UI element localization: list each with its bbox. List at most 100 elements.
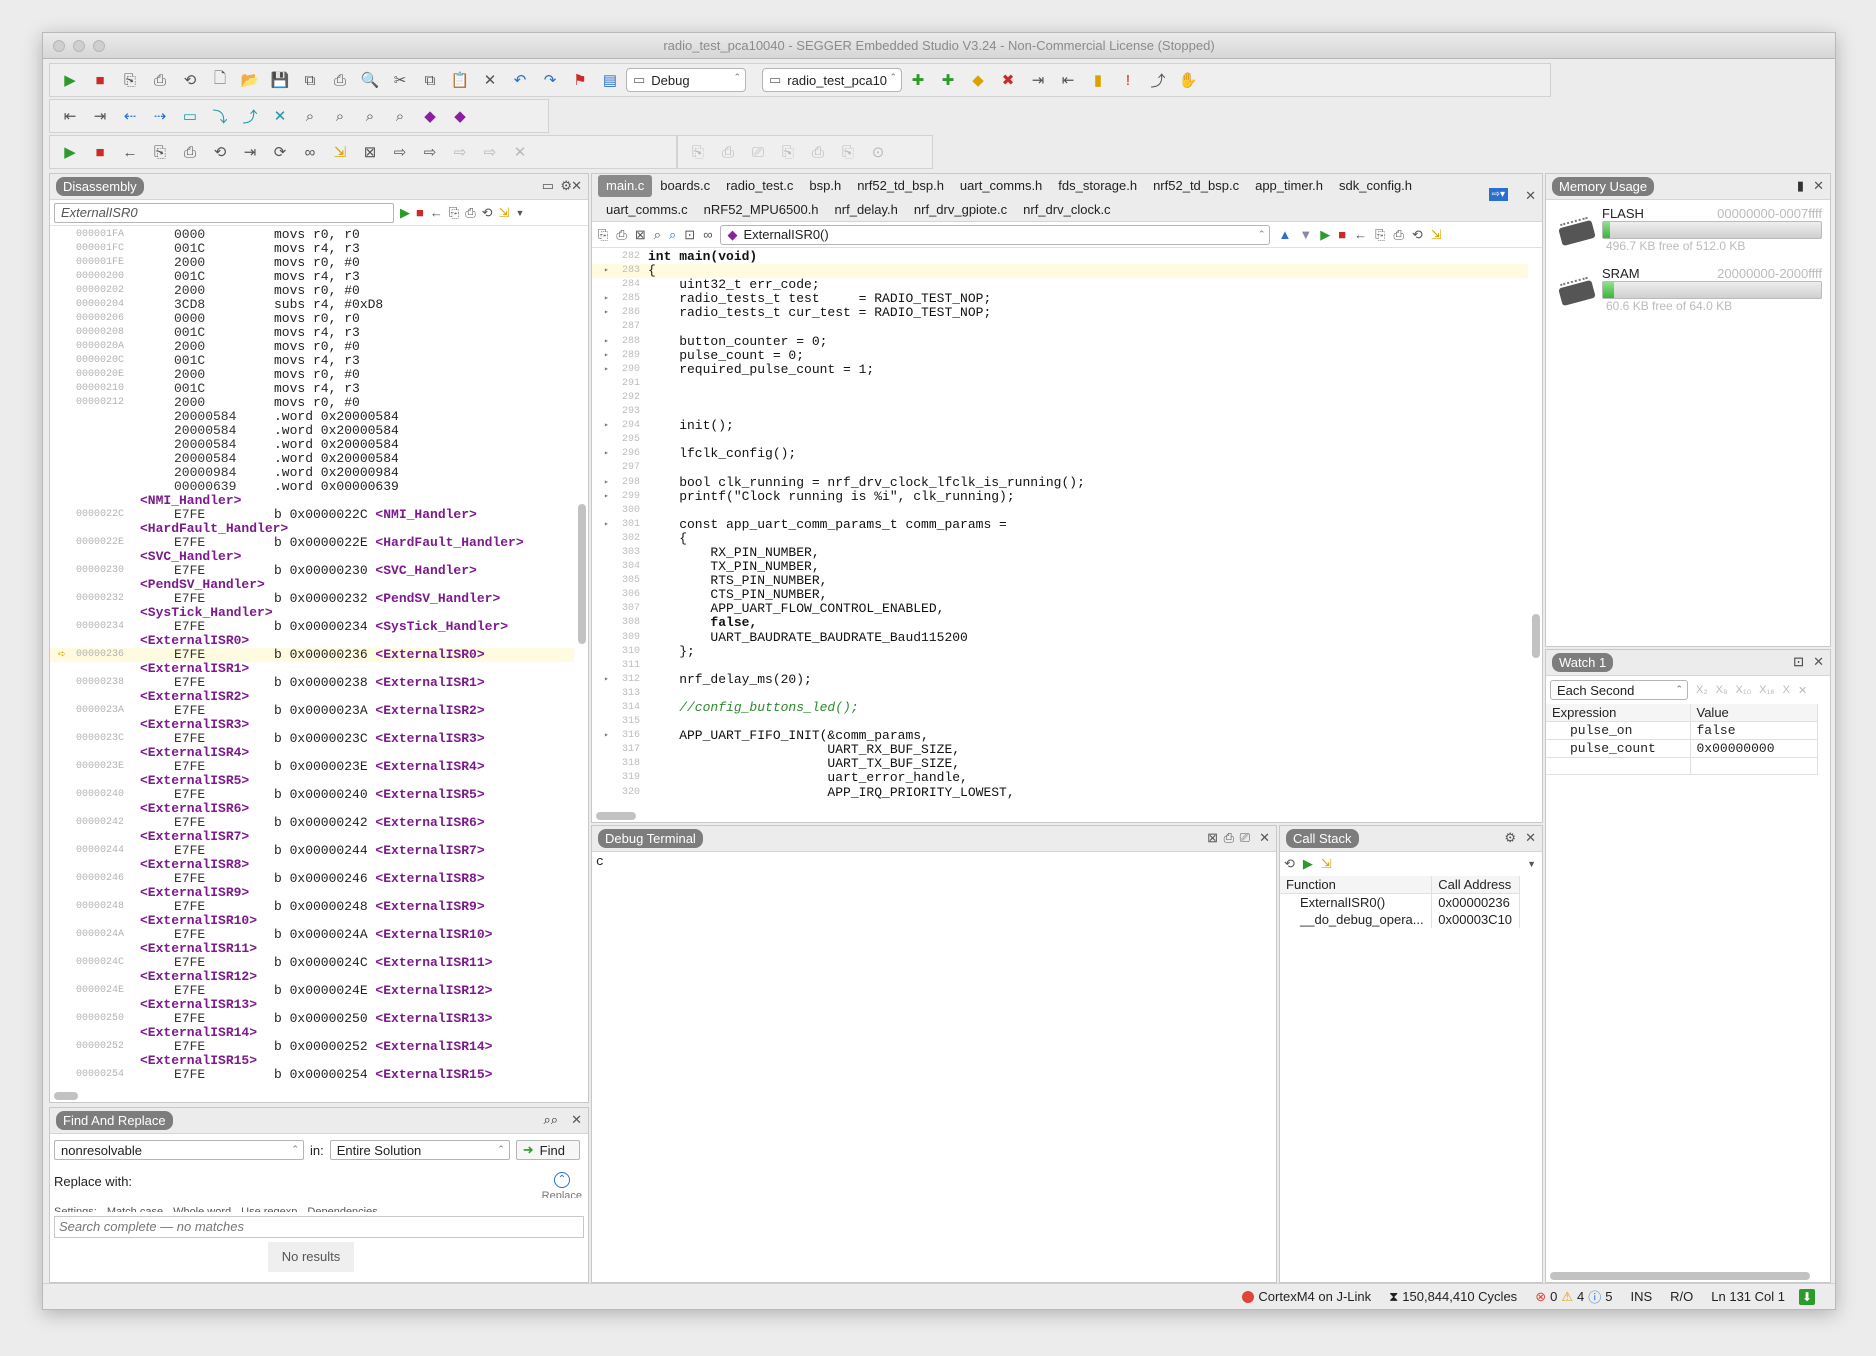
add-folder-icon[interactable]: ✚ (934, 67, 962, 93)
close-icon[interactable]: ✕ (1525, 830, 1536, 846)
disassembly-row[interactable]: <ExternalISR10> (50, 914, 574, 928)
expand-icon[interactable]: ⌃ (554, 1172, 570, 1188)
breakpoint-marker-icon[interactable]: ▸ (604, 363, 609, 377)
add-file-icon[interactable]: ✚ (904, 67, 932, 93)
editor-tab[interactable]: uart_comms.c (598, 199, 696, 221)
watch-expression[interactable]: pulse_on (1546, 721, 1691, 740)
horizontal-scrollbar[interactable] (1550, 1272, 1810, 1280)
source-mode-icon[interactable]: ⇨ (416, 139, 444, 165)
function-select[interactable]: ◆ ExternalISR0() ⌃ (720, 224, 1271, 245)
disassembly-row[interactable]: 00000248 E7FE b 0x00000248 <ExternalISR9> (50, 900, 574, 914)
device-icon[interactable]: ▮ (1797, 178, 1804, 194)
code-line[interactable]: 300 (592, 504, 1528, 518)
function-column-header[interactable]: Function (1280, 876, 1433, 894)
whole-word-checkbox[interactable]: Whole word (173, 1202, 231, 1212)
disassembly-row[interactable]: <ExternalISR7> (50, 830, 574, 844)
print-icon[interactable]: ⎙ (326, 67, 354, 93)
code-line[interactable]: 311 (592, 659, 1528, 673)
view-memory-icon[interactable]: ⎙ (714, 139, 742, 165)
show-next-statement-icon[interactable]: ← (116, 139, 144, 165)
disassembly-row[interactable]: 000001FE 2000 movs r0, #0 (50, 256, 574, 270)
disassembly-row[interactable]: <ExternalISR9> (50, 886, 574, 900)
address-column-header[interactable]: Call Address (1431, 876, 1520, 894)
disassembly-row[interactable]: 0000022E E7FE b 0x0000022E <HardFault_Hand… (50, 536, 574, 550)
disassembly-location-input[interactable]: ExternalISR0 (54, 202, 394, 223)
start-debug-icon[interactable]: ▶ (56, 67, 84, 93)
code-line[interactable]: 308 false, (592, 616, 1528, 630)
open-folder-icon[interactable]: 📂 (236, 67, 264, 93)
disassembly-row[interactable]: 00000246 E7FE b 0x00000246 <ExternalISR8> (50, 872, 574, 886)
disassembly-row[interactable]: 00000230 E7FE b 0x00000230 <SVC_Handler> (50, 564, 574, 578)
breakpoint-marker-icon[interactable]: ▸ (604, 419, 609, 433)
disassembly-row[interactable]: 0000024C E7FE b 0x0000024C <ExternalISR11> (50, 956, 574, 970)
zoom-window-button[interactable] (93, 40, 105, 52)
editor-tab[interactable]: app_timer.h (1247, 175, 1331, 197)
disassembly-row[interactable]: 000001FC 001C movs r4, r3 (50, 242, 574, 256)
code-line[interactable]: 303 RX_PIN_NUMBER, (592, 545, 1528, 560)
code-line[interactable]: 306 CTS_PIN_NUMBER, (592, 588, 1528, 602)
code-line[interactable]: 286 ▸ radio_tests_t cur_test = RADIO_TEST… (592, 306, 1528, 320)
breakpoint-marker-icon[interactable]: ▸ (604, 349, 609, 363)
refresh-icon[interactable]: ⟲ (1284, 856, 1295, 872)
code-line[interactable]: 310 }; (592, 644, 1528, 659)
editor-tab[interactable]: fds_storage.h (1050, 175, 1145, 197)
target-status[interactable]: CortexM4 on J-Link (1242, 1289, 1371, 1304)
find-regex-icon[interactable]: ⌕ (386, 103, 414, 129)
editor-tab[interactable]: sdk_config.h (1331, 175, 1420, 197)
binoculars-icon[interactable]: ⌕⌕ (543, 1112, 558, 1128)
chart-icon[interactable]: ⊡ (684, 227, 695, 243)
close-window-button[interactable] (53, 40, 65, 52)
bookmark-diamond-next-icon[interactable]: ◆ (446, 103, 474, 129)
code-line[interactable]: 304 TX_PIN_NUMBER, (592, 560, 1528, 574)
disassembly-row[interactable]: 20000584 .word 0x20000584 (50, 410, 574, 424)
print-preview-icon[interactable]: 🔍 (356, 67, 384, 93)
disassembly-row[interactable]: <ExternalISR12> (50, 970, 574, 984)
find-scope-select[interactable]: Entire Solution ⌃ (329, 1140, 510, 1160)
next-bookmark-icon[interactable]: ⤵ (206, 103, 234, 129)
disassembly-row[interactable]: 20000984 .word 0x20000984 (50, 466, 574, 480)
format-octal-icon[interactable]: X₈ (1716, 684, 1728, 696)
uncomment-icon[interactable]: ⇢ (146, 103, 174, 129)
close-icon[interactable]: ✕ (1813, 178, 1824, 194)
breakpoint-marker-icon[interactable]: ▸ (604, 292, 609, 306)
disassembly-row[interactable]: 00000639 .word 0x00000639 (50, 480, 574, 494)
close-icon[interactable]: ✕ (571, 1112, 582, 1128)
breakpoint-marker-icon[interactable]: ▸ (604, 306, 609, 320)
format-binary-icon[interactable]: X₂ (1696, 684, 1708, 696)
code-line[interactable]: 292 (592, 391, 1528, 405)
disassembly-row[interactable]: <NMI_Handler> (50, 494, 574, 508)
code-line[interactable]: 313 (592, 687, 1528, 701)
disassembly-row[interactable]: <ExternalISR4> (50, 746, 574, 760)
close-icon[interactable]: ✕ (1259, 830, 1270, 846)
back-icon[interactable]: ← (430, 205, 443, 220)
editor-tool-icon[interactable]: ⎙ (616, 227, 626, 243)
vertical-scrollbar[interactable] (1532, 614, 1540, 658)
run-to-icon[interactable]: ⇲ (1431, 227, 1442, 243)
format-default-icon[interactable]: X (1783, 684, 1790, 696)
disassembly-row[interactable]: <ExternalISR11> (50, 942, 574, 956)
build-target-icon[interactable]: ⚑ (566, 67, 594, 93)
table-row[interactable]: pulse_count 0x00000000 (1546, 739, 1818, 758)
code-line[interactable]: 320 APP_IRQ_PRIORITY_LOWEST, (592, 785, 1528, 800)
step-over-icon[interactable]: ⎙ (1393, 227, 1403, 243)
comment-icon[interactable]: ⇠ (116, 103, 144, 129)
vertical-scrollbar[interactable] (578, 504, 586, 644)
editor-tab[interactable]: main.c (598, 175, 653, 197)
breakpoint-marker-icon[interactable]: ▸ (604, 476, 609, 490)
toggle-icon[interactable]: ⤴ (1144, 67, 1172, 93)
prev-bookmark-icon[interactable]: ⤴ (236, 103, 264, 129)
binoculars-icon[interactable]: ⌕ (296, 103, 324, 129)
breakpoint-marker-icon[interactable]: ▸ (604, 490, 609, 504)
disassembly-row[interactable]: <HardFault_Handler> (50, 522, 574, 536)
refresh-mode-select[interactable]: Each Second ⌃ (1550, 680, 1688, 700)
redo-icon[interactable]: ↷ (536, 67, 564, 93)
rebuild-icon[interactable]: ⟲ (176, 67, 204, 93)
glasses-icon[interactable]: ∞ (703, 227, 712, 242)
disassembly-row[interactable]: 000001FA 0000 movs r0, r0 (50, 228, 574, 242)
settings-icon[interactable]: ⚙ (1504, 830, 1516, 846)
code-editor[interactable]: 282 int main(void) 283 ▸ {284 uint32_t err_c… (592, 250, 1528, 808)
disassembly-row[interactable]: 00000232 E7FE b 0x00000232 <PendSV_Handler… (50, 592, 574, 606)
close-icon[interactable]: ✕ (1525, 188, 1536, 204)
disassembly-row[interactable]: 0000022C E7FE b 0x0000022C <NMI_Handler> (50, 508, 574, 522)
step-out-icon[interactable]: ⟲ (206, 139, 234, 165)
